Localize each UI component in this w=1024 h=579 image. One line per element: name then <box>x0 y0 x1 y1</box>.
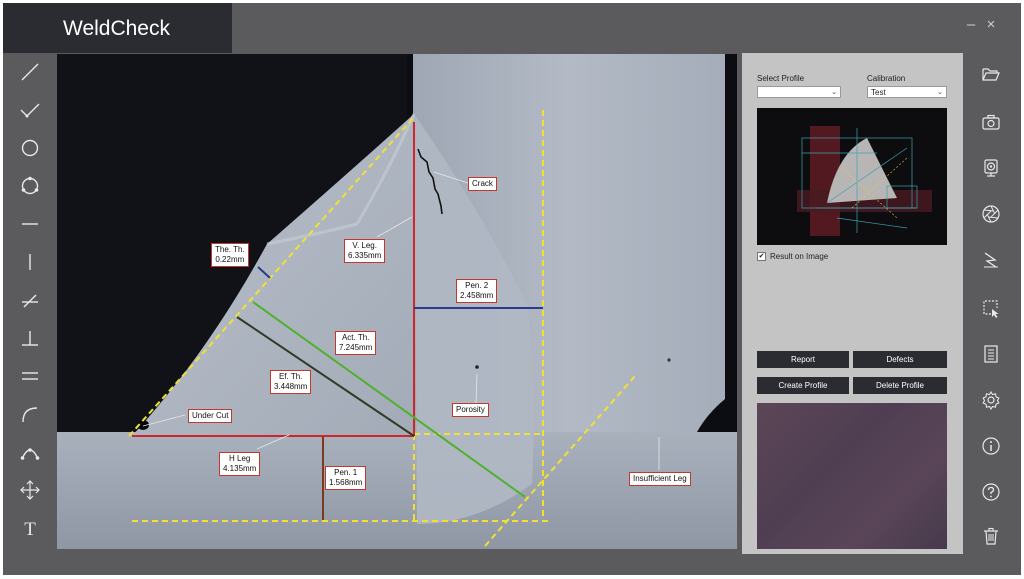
polyline-icon <box>20 103 40 118</box>
move-icon <box>20 480 40 500</box>
arc-3-point-icon <box>20 448 40 460</box>
line-tool[interactable] <box>13 55 47 89</box>
angle-icon <box>22 294 38 308</box>
circle-icon <box>21 139 39 157</box>
webcam-button[interactable] <box>978 155 1004 181</box>
defects-button[interactable]: Defects <box>853 351 947 368</box>
arc-icon <box>22 407 38 423</box>
angle-tool[interactable] <box>13 283 47 317</box>
result-on-image-label: Result on Image <box>770 252 829 261</box>
chevron-down-icon: ⌄ <box>937 89 943 96</box>
arc-tool[interactable] <box>13 397 47 431</box>
weld-image-canvas[interactable]: Crack The. Th. 0.22mm V. Leg. 6.335mm Pe… <box>57 54 737 549</box>
document-icon <box>984 345 998 363</box>
annotation-penetration-1[interactable]: Pen. 1 1.568mm <box>325 466 367 490</box>
info-button[interactable] <box>978 433 1004 459</box>
weld-profile-icon <box>984 252 998 268</box>
annotation-horizontal-leg[interactable]: H Leg 4.135mm <box>219 452 261 476</box>
close-button[interactable]: × <box>983 17 999 32</box>
trash-icon <box>984 527 998 545</box>
perpendicular-icon <box>22 331 38 346</box>
document-button[interactable] <box>978 341 1004 367</box>
annotation-under-cut[interactable]: Under Cut <box>188 409 233 423</box>
annotation-penetration-2[interactable]: Pen. 2 2.458mm <box>456 279 498 303</box>
app-window: WeldCheck – × T Crack The. Th. 0.22mm V.… <box>3 3 1021 575</box>
annotation-effective-throat[interactable]: Ef. Th. 3.448mm <box>270 370 312 394</box>
help-icon <box>982 483 1000 501</box>
gear-icon <box>982 390 1000 410</box>
properties-panel: Select Profile ⌄ Calibration Test ⌄ ✔ Re… <box>742 53 963 554</box>
move-tool[interactable] <box>13 473 47 507</box>
calibration-value: Test <box>871 88 886 97</box>
parallel-tool[interactable] <box>13 359 47 393</box>
circle-3pt-tool[interactable] <box>13 169 47 203</box>
vertical-line-icon <box>29 254 31 270</box>
select-profile-dropdown[interactable]: ⌄ <box>757 86 841 98</box>
profile-preview <box>757 108 947 245</box>
circle-tool[interactable] <box>13 131 47 165</box>
aperture-button[interactable] <box>978 201 1004 227</box>
profile-diagram <box>797 126 932 236</box>
horizontal-line-icon <box>22 223 38 225</box>
create-profile-button[interactable]: Create Profile <box>757 377 849 394</box>
annotation-porosity[interactable]: Porosity <box>452 403 489 417</box>
delete-button[interactable] <box>978 523 1004 549</box>
weld-profile-button[interactable] <box>978 247 1004 273</box>
annotation-actual-throat[interactable]: Act. Th. 7.245mm <box>335 331 377 355</box>
calibration-label: Calibration <box>867 74 906 83</box>
camera-button[interactable] <box>978 109 1004 135</box>
annotation-vertical-leg[interactable]: V. Leg. 6.335mm <box>344 239 386 263</box>
annotation-theoretical-throat[interactable]: The. Th. 0.22mm <box>211 243 249 267</box>
title-bar: WeldCheck – × <box>3 3 1021 53</box>
action-toolbar <box>969 55 1021 555</box>
perpendicular-tool[interactable] <box>13 321 47 355</box>
text-tool[interactable]: T <box>13 513 47 547</box>
chevron-down-icon: ⌄ <box>831 89 837 96</box>
app-title: WeldCheck <box>3 3 232 53</box>
select-region-button[interactable] <box>978 295 1004 321</box>
result-on-image-option[interactable]: ✔ Result on Image <box>757 252 828 261</box>
camera-icon <box>982 114 1000 130</box>
vertical-line-tool[interactable] <box>13 245 47 279</box>
annotation-crack[interactable]: Crack <box>468 177 497 191</box>
line-icon <box>21 63 39 81</box>
circle-3-point-icon <box>21 176 39 195</box>
select-region-icon <box>983 300 999 318</box>
sample-photo <box>757 403 947 549</box>
help-button[interactable] <box>978 479 1004 505</box>
delete-profile-button[interactable]: Delete Profile <box>853 377 947 394</box>
drawing-toolbar: T <box>3 55 57 555</box>
open-folder-button[interactable] <box>978 61 1004 87</box>
parallel-lines-icon <box>22 372 38 380</box>
arc-3pt-tool[interactable] <box>13 435 47 469</box>
info-icon <box>982 437 1000 455</box>
select-profile-label: Select Profile <box>757 74 805 83</box>
report-button[interactable]: Report <box>757 351 849 368</box>
result-on-image-checkbox[interactable]: ✔ <box>757 252 766 261</box>
settings-button[interactable] <box>978 387 1004 413</box>
text-icon: T <box>24 519 36 540</box>
polyline-tool[interactable] <box>13 93 47 127</box>
annotation-insufficient-leg[interactable]: Insufficient Leg <box>629 472 691 486</box>
horizontal-line-tool[interactable] <box>13 207 47 241</box>
calibration-dropdown[interactable]: Test ⌄ <box>867 86 947 98</box>
webcam-icon <box>984 159 998 177</box>
folder-open-icon <box>982 68 1000 81</box>
minimize-button[interactable]: – <box>963 17 979 32</box>
aperture-icon <box>982 205 1000 223</box>
